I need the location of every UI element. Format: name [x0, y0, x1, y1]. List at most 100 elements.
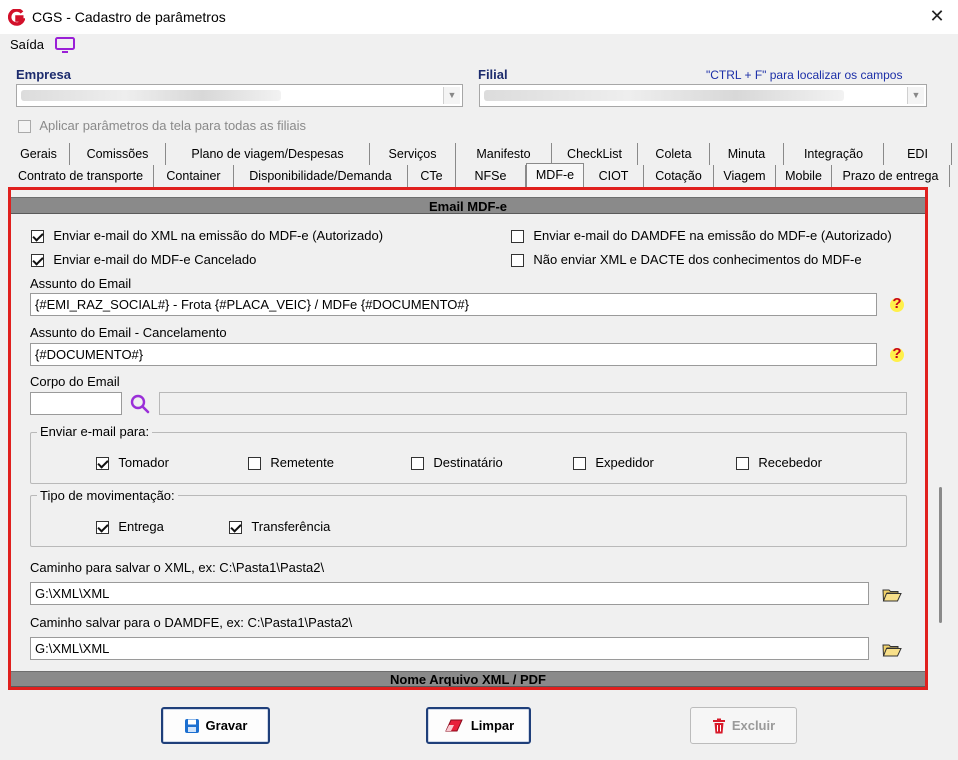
opt-destinatario-label: Destinatário [433, 455, 503, 470]
tab-container[interactable]: Container [154, 165, 234, 187]
folder-open-icon[interactable] [882, 643, 902, 657]
chk-cancel[interactable] [31, 254, 44, 268]
opt-recebedor-label: Recebedor [758, 455, 822, 470]
assunto-label: Assunto do Email [30, 276, 132, 291]
movimentacao-title: Tipo de movimentação: [37, 488, 178, 503]
chk-entrega[interactable] [96, 521, 109, 535]
chk-xml-label: Enviar e-mail do XML na emissão do MDF-e… [53, 228, 384, 243]
close-icon[interactable]: ✕ [928, 7, 946, 25]
path-damdfe-input[interactable]: G:\XML\XML [30, 637, 869, 660]
chk-remetente[interactable] [248, 457, 261, 471]
empresa-select[interactable]: ▼ [16, 84, 463, 107]
help-icon[interactable]: ? [888, 295, 906, 313]
opt-destinatario[interactable]: Destinatário [411, 455, 503, 471]
empresa-label: Empresa [16, 67, 71, 82]
tab-mobile[interactable]: Mobile [776, 165, 832, 187]
tab-coleta[interactable]: Coleta [638, 143, 710, 165]
tab-integracao[interactable]: Integração [784, 143, 884, 165]
chevron-down-icon[interactable]: ▼ [907, 87, 924, 104]
chk-xml[interactable] [31, 230, 44, 244]
filial-label: Filial [478, 67, 508, 82]
delete-button[interactable]: Excluir [690, 707, 797, 744]
chk-damdfe-row[interactable]: Enviar e-mail do DAMDFE na emissão do MD… [511, 228, 892, 244]
clear-button-label: Limpar [470, 718, 515, 733]
chk-cancel-row[interactable]: Enviar e-mail do MDF-e Cancelado [31, 252, 257, 268]
apply-all-row[interactable]: Aplicar parâmetros da tela para todas as… [18, 118, 306, 134]
assunto-canc-input[interactable]: {#DOCUMENTO#} [30, 343, 877, 366]
tab-minuta[interactable]: Minuta [710, 143, 784, 165]
opt-entrega-label: Entrega [118, 519, 164, 534]
tab-cotacao[interactable]: Cotação [644, 165, 714, 187]
opt-tomador[interactable]: Tomador [96, 455, 169, 471]
save-button-label: Gravar [205, 718, 248, 733]
chk-cancel-label: Enviar e-mail do MDF-e Cancelado [53, 252, 257, 267]
opt-transferencia-label: Transferência [251, 519, 331, 534]
chk-xml-row[interactable]: Enviar e-mail do XML na emissão do MDF-e… [31, 228, 384, 244]
tab-disponibilidade[interactable]: Disponibilidade/Demanda [234, 165, 408, 187]
chk-nao-enviar-row[interactable]: Não enviar XML e DACTE dos conhecimentos… [511, 252, 862, 268]
tab-mdfe[interactable]: MDF-e [526, 163, 584, 187]
eraser-icon [445, 719, 463, 731]
save-button[interactable]: Gravar [161, 707, 270, 744]
search-icon[interactable] [129, 393, 151, 415]
app-logo-icon [8, 9, 25, 26]
tab-viagem[interactable]: Viagem [714, 165, 776, 187]
chk-expedidor[interactable] [573, 457, 586, 471]
tab-cte[interactable]: CTe [408, 165, 456, 187]
corpo-label: Corpo do Email [30, 374, 120, 389]
chk-destinatario[interactable] [411, 457, 424, 471]
tab-checklist[interactable]: CheckList [552, 143, 638, 165]
filial-select[interactable]: ▼ [479, 84, 927, 107]
tab-manifesto[interactable]: Manifesto [456, 143, 552, 165]
tab-ciot[interactable]: CIOT [584, 165, 644, 187]
path-xml-input[interactable]: G:\XML\XML [30, 582, 869, 605]
chk-nao-enviar-label: Não enviar XML e DACTE dos conhecimentos… [533, 252, 862, 267]
help-icon[interactable]: ? [888, 345, 906, 363]
chk-nao-enviar[interactable] [511, 254, 524, 268]
search-hint: "CTRL + F" para localizar os campos [706, 68, 903, 82]
tab-gerais[interactable]: Gerais [8, 143, 70, 165]
vertical-scrollbar[interactable] [939, 487, 942, 623]
tab-nfse[interactable]: NFSe [456, 165, 526, 187]
window-title: CGS - Cadastro de parâmetros [32, 9, 226, 25]
opt-tomador-label: Tomador [118, 455, 169, 470]
opt-recebedor[interactable]: Recebedor [736, 455, 822, 471]
opt-remetente-label: Remetente [270, 455, 334, 470]
monitor-icon[interactable] [55, 37, 75, 53]
chevron-down-icon[interactable]: ▼ [443, 87, 460, 104]
floppy-disk-icon [184, 718, 199, 733]
opt-transferencia[interactable]: Transferência [229, 519, 331, 535]
opt-expedidor-label: Expedidor [595, 455, 654, 470]
tab-contrato[interactable]: Contrato de transporte [8, 165, 154, 187]
chk-damdfe[interactable] [511, 230, 524, 244]
tab-servicos[interactable]: Serviços [370, 143, 456, 165]
clear-button[interactable]: Limpar [426, 707, 531, 744]
assunto-canc-label: Assunto do Email - Cancelamento [30, 325, 227, 340]
chk-recebedor[interactable] [736, 457, 749, 471]
tab-plano-viagem[interactable]: Plano de viagem/Despesas [166, 143, 370, 165]
opt-expedidor[interactable]: Expedidor [573, 455, 654, 471]
chk-transferencia[interactable] [229, 521, 242, 535]
opt-remetente[interactable]: Remetente [248, 455, 334, 471]
tab-row-2: Contrato de transporte Container Disponi… [8, 163, 954, 187]
chk-tomador[interactable] [96, 457, 109, 471]
tab-prazo-entrega[interactable]: Prazo de entrega [832, 165, 950, 187]
mdfe-email-panel: Email MDF-e Enviar e-mail do XML na emis… [8, 187, 928, 690]
path-damdfe-label: Caminho salvar para o DAMDFE, ex: C:\Pas… [30, 615, 353, 630]
apply-all-checkbox[interactable] [18, 120, 31, 134]
delete-button-label: Excluir [731, 718, 776, 733]
trash-icon [712, 718, 725, 733]
assunto-input[interactable]: {#EMI_RAZ_SOCIAL#} - Frota {#PLACA_VEIC}… [30, 293, 877, 316]
tab-edi[interactable]: EDI [884, 143, 952, 165]
chk-damdfe-label: Enviar e-mail do DAMDFE na emissão do MD… [533, 228, 892, 243]
menu-saida[interactable]: Saída [10, 37, 44, 52]
section-title: Email MDF-e [11, 197, 925, 214]
tab-comissoes[interactable]: Comissões [70, 143, 166, 165]
path-xml-label: Caminho para salvar o XML, ex: C:\Pasta1… [30, 560, 325, 575]
corpo-code-input[interactable] [30, 392, 122, 415]
folder-open-icon[interactable] [882, 588, 902, 602]
next-section-title: Nome Arquivo XML / PDF [11, 671, 925, 687]
enviar-para-title: Enviar e-mail para: [37, 424, 153, 439]
opt-entrega[interactable]: Entrega [96, 519, 164, 535]
apply-all-label: Aplicar parâmetros da tela para todas as… [39, 118, 306, 133]
